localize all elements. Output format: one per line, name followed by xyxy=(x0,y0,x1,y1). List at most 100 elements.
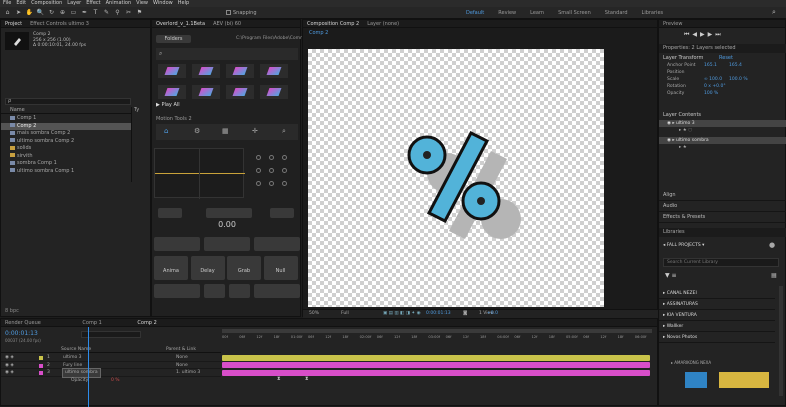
comp-subtab[interactable]: Comp 2 xyxy=(309,30,328,36)
time-ruler[interactable]: 00f 06f 12f 18f 01:00f 06f 12f 18f 02:00f 06f 12f 1… xyxy=(222,329,652,351)
zoom-select[interactable]: 50% xyxy=(309,310,319,318)
label-color-swatch[interactable] xyxy=(39,371,43,375)
menu-file[interactable]: File xyxy=(3,0,11,7)
stepper-right[interactable] xyxy=(270,208,294,218)
anchor-dot[interactable] xyxy=(256,181,261,186)
grid-view-icon[interactable]: ▦ xyxy=(771,272,777,279)
menu-layer[interactable]: Layer xyxy=(67,0,81,7)
preset-thumb[interactable] xyxy=(260,85,288,99)
anchor-dot[interactable] xyxy=(256,155,261,160)
comp-canvas[interactable] xyxy=(308,49,604,307)
tab-project[interactable]: Project xyxy=(5,21,22,27)
library-group[interactable]: ▸ CANAL NEZEI xyxy=(659,288,775,299)
library-select[interactable]: ◂ FALL PROJECTS ▾ xyxy=(663,243,704,248)
preview-tab[interactable]: Preview xyxy=(659,20,785,28)
zoom-icon[interactable]: 🔍 xyxy=(36,8,45,17)
parent-select[interactable]: 1. ultimo 3 xyxy=(176,369,200,377)
viewer-timecode[interactable]: 0:00:01:13 xyxy=(426,310,451,318)
tab-render-queue[interactable]: Render Queue xyxy=(5,320,41,326)
anim-button-anima[interactable]: Anima xyxy=(154,256,188,280)
reset-button[interactable]: Reset xyxy=(719,55,733,61)
menu-help[interactable]: Help xyxy=(178,0,189,7)
workspace-standard[interactable]: Standard xyxy=(605,7,628,19)
timeline-search-input[interactable] xyxy=(81,331,141,338)
anchor-dot[interactable] xyxy=(282,168,287,173)
track-bar-ultimo-3[interactable] xyxy=(222,354,650,361)
rotate-icon[interactable]: ↻ xyxy=(47,8,56,17)
property-value[interactable]: 100 % xyxy=(704,90,718,97)
menu-edit[interactable]: Edit xyxy=(16,0,26,7)
workspace-libraries[interactable]: Libraries xyxy=(642,7,664,19)
timeline-layer[interactable]: ◉ ◈ 3 ultimo sombra 1. ultimo 3 xyxy=(1,368,221,378)
orbit-icon[interactable]: ⊕ xyxy=(58,8,67,17)
playhead[interactable] xyxy=(88,327,89,407)
tab-comp-2[interactable]: Comp 2 xyxy=(137,320,156,326)
property-value[interactable]: 165.1 xyxy=(704,62,717,69)
anchor-dot[interactable] xyxy=(282,181,287,186)
library-search-input[interactable]: Search Current Library xyxy=(663,258,779,267)
stepper-center[interactable] xyxy=(206,208,252,218)
work-area-bar[interactable] xyxy=(222,329,652,333)
anim-button-null[interactable]: Null xyxy=(263,256,298,280)
home-icon[interactable]: ⌂ xyxy=(164,127,168,135)
grid-icon[interactable]: ▦ xyxy=(222,127,229,135)
preset-thumb[interactable] xyxy=(260,64,288,78)
eraser-icon[interactable]: ✂ xyxy=(124,8,133,17)
contents-item[interactable]: ◉ ▸ ultimo 3 xyxy=(659,120,786,127)
property-value[interactable]: ∞ 100.0 xyxy=(704,76,722,83)
preset-thumb[interactable] xyxy=(158,64,186,78)
library-group[interactable]: ▸ Novos Photos xyxy=(659,332,775,343)
library-asset-thumb[interactable] xyxy=(719,372,769,388)
project-item[interactable]: ultimo sombra Comp 1 xyxy=(1,168,131,176)
exposure-value[interactable]: +0.0 xyxy=(487,310,498,318)
track-bar-fury-line[interactable] xyxy=(222,362,650,369)
tab-aev[interactable]: AEV (bi) 60 xyxy=(213,21,241,27)
library-scrollbar[interactable] xyxy=(779,286,783,396)
anchor-dot[interactable] xyxy=(269,155,274,160)
contents-item[interactable]: ◉ ▸ ultimo sombra xyxy=(659,137,786,144)
stepper-left[interactable] xyxy=(158,208,182,218)
folders-button[interactable]: Folders xyxy=(156,35,191,43)
project-item[interactable]: sombra Comp 1 xyxy=(1,160,131,168)
timeline-layer[interactable]: ◉ ◈ 1 ultimo 3 None xyxy=(1,354,221,362)
extra-button[interactable] xyxy=(154,284,200,298)
tab-composition[interactable]: Composition Comp 2 xyxy=(307,21,359,27)
project-item[interactable]: solids xyxy=(1,145,131,153)
parent-select[interactable]: None xyxy=(176,354,188,362)
hand-icon[interactable]: ✋ xyxy=(25,8,34,17)
align-right-button[interactable] xyxy=(254,237,300,251)
workspace-small-screen[interactable]: Small Screen xyxy=(558,7,591,19)
timeline-timecode[interactable]: 0:00:01:13 xyxy=(5,330,38,337)
project-item[interactable]: mais sombra Comp 2 xyxy=(1,130,131,138)
search-icon[interactable]: ⌕ xyxy=(282,127,286,136)
keyframe-icon[interactable]: ⧗ xyxy=(305,376,309,382)
align-center-button[interactable] xyxy=(204,237,250,251)
preset-thumb[interactable] xyxy=(192,85,220,99)
search-icon[interactable]: ⌕ xyxy=(772,8,776,17)
library-group[interactable]: ▸ KIA VENTURA xyxy=(659,310,775,321)
align-section[interactable]: Align xyxy=(659,190,786,201)
extra-button[interactable] xyxy=(254,284,300,298)
eye-icon[interactable]: ◉ ◈ xyxy=(5,369,14,377)
project-search-input[interactable]: ρ xyxy=(5,98,131,105)
user-icon[interactable]: ● xyxy=(769,241,775,249)
layer-name[interactable]: ultimo sombra xyxy=(62,368,101,378)
library-group[interactable]: ▸ Wallker xyxy=(659,321,775,332)
effects-presets-section[interactable]: Effects & Presets xyxy=(659,212,786,223)
layer-name[interactable]: ultimo 3 xyxy=(63,354,82,362)
layer-name[interactable]: Fury line xyxy=(63,362,82,370)
anchor-dot[interactable] xyxy=(269,181,274,186)
eye-icon[interactable]: ◉ ◈ xyxy=(5,354,14,362)
property-value[interactable]: 0 x +0.0° xyxy=(704,83,726,90)
project-item[interactable]: ultimo sombra Comp 2 xyxy=(1,138,131,146)
property-value[interactable]: 100.0 % xyxy=(729,76,748,83)
playback-controls[interactable]: ⏮◀▶▶⏭ xyxy=(684,31,724,39)
tab-layer[interactable]: Layer (none) xyxy=(367,21,399,27)
menu-window[interactable]: Window xyxy=(153,0,173,7)
contents-child[interactable]: ▸ ★ xyxy=(659,144,786,151)
pin-icon[interactable]: ⚑ xyxy=(135,8,144,17)
resolution-select[interactable]: Full xyxy=(341,310,349,318)
anim-button-grab[interactable]: Grab xyxy=(227,256,261,280)
home-icon[interactable]: ⌂ xyxy=(3,8,12,17)
menu-view[interactable]: View xyxy=(136,0,148,7)
